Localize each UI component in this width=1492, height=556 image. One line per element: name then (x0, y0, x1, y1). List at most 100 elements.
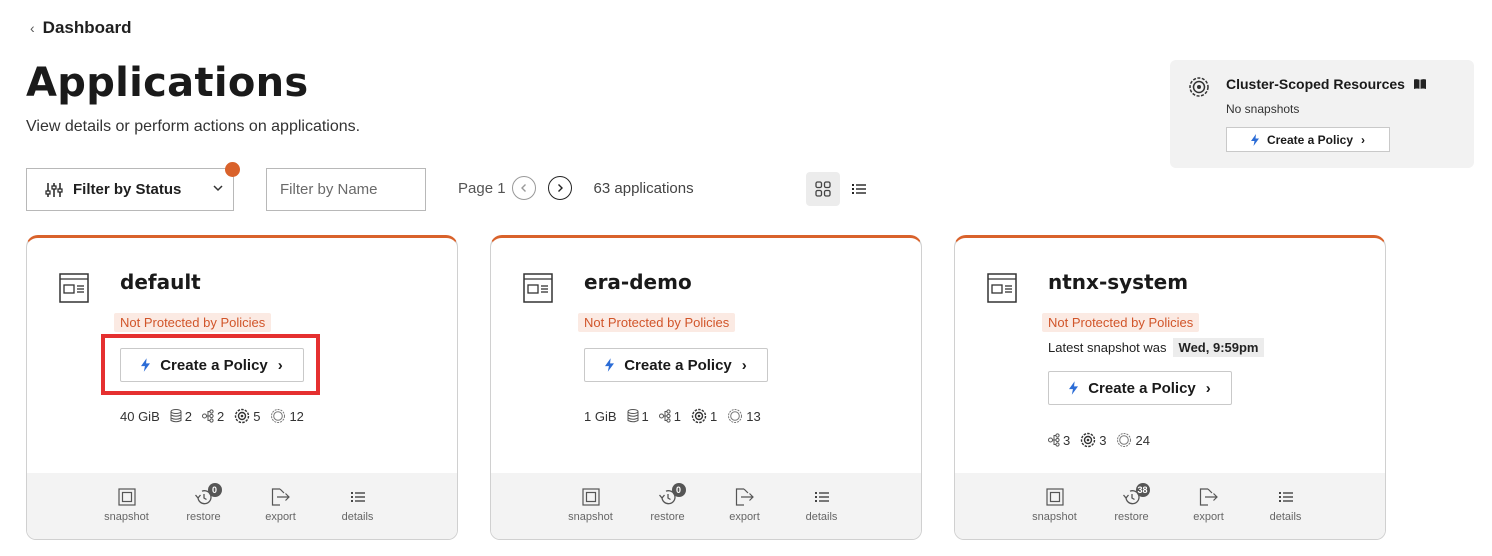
resource-count-stat: 12 (270, 408, 304, 424)
details-button[interactable]: details (783, 473, 860, 539)
latest-snapshot-info: Latest snapshot was Wed, 9:59pm (1048, 338, 1265, 357)
application-card-default[interactable]: default Not Protected by Policies Create… (26, 235, 458, 540)
restore-button[interactable]: 0 restore (629, 473, 706, 539)
restore-button[interactable]: 0 restore (165, 473, 242, 539)
service-gear-icon (1081, 432, 1096, 448)
chevron-right-icon: › (741, 356, 747, 374)
book-icon[interactable] (1413, 78, 1427, 90)
grid-view-button[interactable] (806, 172, 840, 206)
application-icon (523, 273, 553, 303)
service-count-stat: 5 (234, 408, 260, 424)
protection-status-badge: Not Protected by Policies (578, 313, 736, 332)
page-title: Applications (26, 60, 309, 106)
cluster-create-policy-button[interactable]: Create a Policy › (1226, 127, 1390, 152)
application-icon (59, 273, 89, 303)
snapshot-button[interactable]: snapshot (552, 473, 629, 539)
protection-status-badge: Not Protected by Policies (114, 313, 272, 332)
details-button[interactable]: details (319, 473, 396, 539)
page-indicator: Page 1 (458, 179, 506, 197)
filter-sliders-icon (45, 182, 63, 197)
list-icon (852, 184, 866, 194)
back-to-dashboard-link[interactable]: ‹ Dashboard (30, 18, 131, 38)
storage-size: 40 GiB (120, 408, 160, 424)
chevron-left-icon: ‹ (30, 20, 35, 36)
filter-by-status-dropdown[interactable]: Filter by Status (26, 168, 234, 211)
volume-count-stat: 1 (627, 409, 649, 424)
lightning-icon (1069, 381, 1079, 395)
restore-button[interactable]: 38 restore (1093, 473, 1170, 539)
list-icon (1278, 492, 1293, 502)
database-icon (170, 409, 182, 423)
back-link-label: Dashboard (42, 18, 132, 37)
workload-count-stat: 3 (1048, 433, 1070, 448)
chevron-right-icon (557, 184, 563, 192)
restore-count-badge: 38 (1135, 483, 1150, 497)
service-gear-icon (691, 408, 707, 424)
restore-count-badge: 0 (671, 483, 686, 497)
workload-count-stat: 2 (201, 409, 224, 424)
chevron-right-icon: › (1205, 379, 1211, 397)
database-icon (627, 409, 639, 423)
list-view-button[interactable] (848, 178, 870, 200)
service-gear-icon (235, 408, 250, 424)
export-button[interactable]: export (1170, 473, 1247, 539)
service-count-stat: 3 (1080, 432, 1106, 448)
next-page-button[interactable] (547, 176, 572, 200)
application-card-ntnx-system[interactable]: ntnx-system Not Protected by Policies La… (954, 235, 1386, 540)
storage-size: 1 GiB (584, 408, 617, 424)
resource-count-stat: 13 (727, 408, 761, 424)
application-name[interactable]: default (120, 270, 201, 294)
lightning-icon (605, 358, 615, 372)
protection-status-badge: Not Protected by Policies (1042, 313, 1200, 332)
card-actions: snapshot 38 restore export details (955, 473, 1385, 539)
pagination: Page 1 63 applications (458, 176, 694, 200)
application-name[interactable]: ntnx-system (1048, 270, 1188, 294)
list-icon (814, 492, 829, 502)
export-icon (271, 488, 290, 506)
cog-icon (1117, 433, 1132, 447)
snapshot-button[interactable]: snapshot (1016, 473, 1093, 539)
previous-page-button[interactable] (511, 176, 536, 200)
card-actions: snapshot 0 restore export details (27, 473, 457, 539)
create-policy-button[interactable]: Create a Policy › (584, 348, 768, 382)
export-button[interactable]: export (706, 473, 783, 539)
restore-count-badge: 0 (207, 483, 222, 497)
lightning-icon (141, 358, 151, 372)
snapshot-icon (1045, 488, 1064, 506)
cluster-scoped-resources-panel: Cluster-Scoped Resources No snapshots Cr… (1170, 60, 1474, 168)
cog-icon (271, 409, 286, 423)
card-actions: snapshot 0 restore export details (491, 473, 921, 539)
snapshot-button[interactable]: snapshot (88, 473, 165, 539)
latest-snapshot-time: Wed, 9:59pm (1172, 338, 1265, 357)
create-policy-button[interactable]: Create a Policy › (120, 348, 304, 382)
application-stats: 3 3 24 (1048, 432, 1150, 448)
resource-count-stat: 24 (1116, 432, 1150, 448)
export-button[interactable]: export (242, 473, 319, 539)
service-count-stat: 1 (691, 408, 717, 424)
application-stats: 40 GiB 2 2 5 12 (120, 408, 304, 424)
export-icon (1199, 488, 1218, 506)
filter-by-name-input[interactable] (266, 168, 426, 211)
grid-icon (815, 181, 831, 197)
application-card-era-demo[interactable]: era-demo Not Protected by Policies Creat… (490, 235, 922, 540)
cog-icon (728, 409, 743, 423)
filter-active-dot (225, 162, 240, 177)
chevron-right-icon: › (1361, 132, 1366, 147)
page-subtitle: View details or perform actions on appli… (26, 118, 361, 135)
application-count: 63 applications (593, 179, 694, 197)
lightning-icon (1250, 133, 1259, 146)
create-policy-button[interactable]: Create a Policy › (1048, 371, 1232, 405)
hierarchy-icon (658, 409, 671, 423)
snapshot-icon (117, 488, 136, 506)
application-name[interactable]: era-demo (584, 270, 692, 294)
list-icon (350, 492, 365, 502)
cluster-snapshot-status: No snapshots (1226, 102, 1300, 116)
chevron-right-icon: › (277, 356, 283, 374)
application-icon (987, 273, 1017, 303)
filter-status-label: Filter by Status (73, 181, 182, 198)
export-icon (735, 488, 754, 506)
chevron-down-icon (213, 185, 223, 192)
chevron-left-icon (520, 184, 526, 192)
cluster-title: Cluster-Scoped Resources (1226, 76, 1427, 92)
details-button[interactable]: details (1247, 473, 1324, 539)
